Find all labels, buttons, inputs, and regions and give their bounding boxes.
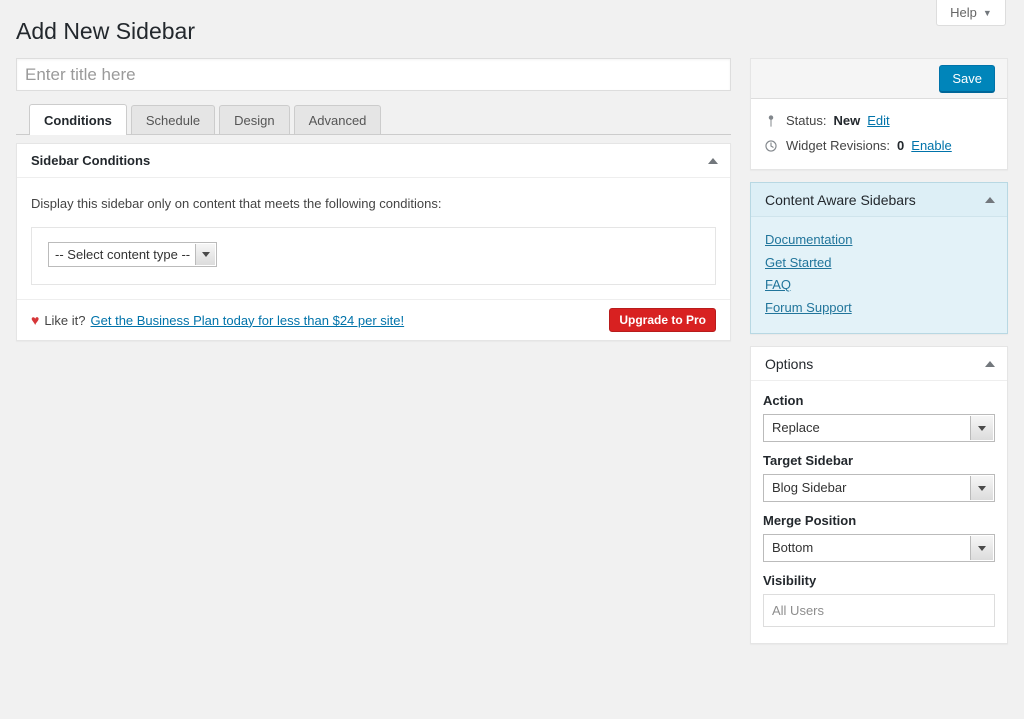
forum-support-link[interactable]: Forum Support <box>765 297 993 320</box>
collapse-toggle-icon[interactable] <box>708 158 718 164</box>
chevron-down-icon <box>195 244 215 265</box>
status-label: Status: <box>786 112 826 129</box>
panel-header: Options <box>751 347 1007 381</box>
clock-icon <box>763 139 779 153</box>
get-started-link[interactable]: Get Started <box>765 252 993 275</box>
merge-position-select-value: Bottom <box>772 540 813 555</box>
content-type-select-value: -- Select content type -- <box>55 247 190 262</box>
faq-link[interactable]: FAQ <box>765 274 993 297</box>
revisions-count: 0 <box>897 137 904 154</box>
help-button[interactable]: Help ▼ <box>936 0 1006 26</box>
publish-meta: Status: New Edit Widget Revisions: 0 Ena… <box>751 99 1007 169</box>
collapse-toggle-icon[interactable] <box>985 197 995 203</box>
upgrade-prefix-label: Like it? <box>44 313 85 328</box>
business-plan-link[interactable]: Get the Business Plan today for less tha… <box>91 313 405 328</box>
revisions-enable-link[interactable]: Enable <box>911 137 951 154</box>
help-label: Help <box>950 5 977 20</box>
collapse-toggle-icon[interactable] <box>985 361 995 367</box>
options-body: Action Replace Target Sidebar Blog Sideb… <box>751 381 1007 643</box>
save-button[interactable]: Save <box>939 65 995 92</box>
revisions-label: Widget Revisions: <box>786 137 890 154</box>
cas-link-list: Documentation Get Started FAQ Forum Supp… <box>751 217 1007 333</box>
panel-title: Options <box>765 357 813 371</box>
status-value: New <box>833 112 860 129</box>
chevron-down-icon: ▼ <box>983 9 992 18</box>
merge-position-select[interactable]: Bottom <box>763 534 995 562</box>
sidebar-title-input[interactable] <box>16 58 731 91</box>
upgrade-to-pro-button[interactable]: Upgrade to Pro <box>609 308 716 332</box>
tab-advanced[interactable]: Advanced <box>294 105 382 134</box>
conditions-description: Display this sidebar only on content tha… <box>31 195 716 213</box>
target-sidebar-select-value: Blog Sidebar <box>772 480 846 495</box>
chevron-down-icon <box>970 536 993 560</box>
tab-design[interactable]: Design <box>219 105 289 134</box>
merge-position-label: Merge Position <box>763 513 995 528</box>
tab-bar: Conditions Schedule Design Advanced <box>16 101 731 135</box>
visibility-input[interactable] <box>763 594 995 627</box>
tab-label: Design <box>234 113 274 128</box>
panel-body: Display this sidebar only on content tha… <box>17 178 730 340</box>
condition-group: -- Select content type -- <box>31 227 716 285</box>
panel-header: Content Aware Sidebars <box>751 183 1007 217</box>
documentation-link[interactable]: Documentation <box>765 229 993 252</box>
chevron-down-icon <box>970 476 993 500</box>
status-edit-link[interactable]: Edit <box>867 112 889 129</box>
page-title: Add New Sidebar <box>16 17 195 46</box>
tab-label: Conditions <box>44 113 112 128</box>
action-label: Action <box>763 393 995 408</box>
publish-panel: Save Status: New Edit <box>750 58 1008 170</box>
upgrade-banner: ♥ Like it? Get the Business Plan today f… <box>17 299 730 340</box>
post-status-pin-icon <box>763 114 779 128</box>
chevron-down-icon <box>970 416 993 440</box>
side-column: Save Status: New Edit <box>750 58 1008 656</box>
tab-label: Schedule <box>146 113 200 128</box>
action-select-value: Replace <box>772 420 820 435</box>
revisions-row: Widget Revisions: 0 Enable <box>763 133 995 158</box>
upgrade-text: ♥ Like it? Get the Business Plan today f… <box>31 313 404 328</box>
panel-title: Content Aware Sidebars <box>765 193 916 207</box>
panel-header: Sidebar Conditions <box>17 144 730 178</box>
tab-conditions[interactable]: Conditions <box>29 104 127 135</box>
options-panel: Options Action Replace Target Sidebar Bl… <box>750 346 1008 644</box>
main-column: Conditions Schedule Design Advanced Side… <box>16 58 731 341</box>
panel-title: Sidebar Conditions <box>31 154 150 167</box>
target-sidebar-label: Target Sidebar <box>763 453 995 468</box>
visibility-label: Visibility <box>763 573 995 588</box>
tab-schedule[interactable]: Schedule <box>131 105 215 134</box>
content-aware-sidebars-panel: Content Aware Sidebars Documentation Get… <box>750 182 1008 334</box>
content-type-select[interactable]: -- Select content type -- <box>48 242 217 267</box>
target-sidebar-select[interactable]: Blog Sidebar <box>763 474 995 502</box>
status-row: Status: New Edit <box>763 108 995 133</box>
heart-icon: ♥ <box>31 313 39 327</box>
tab-label: Advanced <box>309 113 367 128</box>
action-select[interactable]: Replace <box>763 414 995 442</box>
sidebar-conditions-panel: Sidebar Conditions Display this sidebar … <box>16 143 731 341</box>
publish-actions: Save <box>751 59 1007 99</box>
